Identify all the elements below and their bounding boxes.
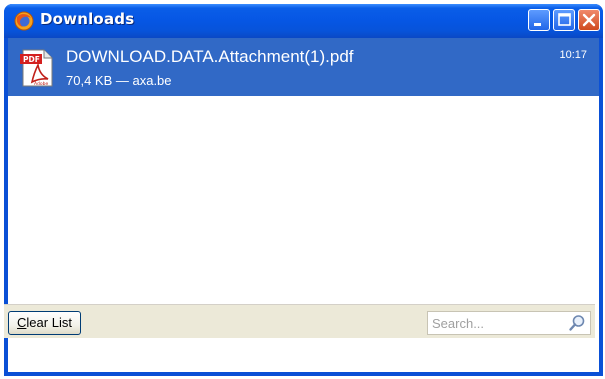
maximize-icon: [558, 13, 571, 26]
download-status: 70,4 KB — axa.be: [66, 73, 172, 88]
window-title: Downloads: [40, 10, 135, 28]
svg-text:Adobe: Adobe: [34, 81, 48, 87]
footer-toolbar: Clear List: [4, 304, 595, 338]
clear-list-accesskey: C: [17, 315, 27, 330]
svg-text:PDF: PDF: [23, 55, 40, 64]
clear-list-button[interactable]: Clear List: [8, 311, 81, 335]
close-button[interactable]: [578, 9, 600, 31]
maximize-button[interactable]: [553, 9, 575, 31]
minimize-icon: [534, 23, 541, 26]
firefox-icon: [14, 11, 34, 31]
title-bar[interactable]: Downloads: [4, 4, 603, 38]
download-file-name: DOWNLOAD.DATA.Attachment(1).pdf: [66, 47, 354, 66]
download-time: 10:17: [559, 49, 587, 61]
close-icon: [582, 13, 596, 27]
download-item[interactable]: PDF Adobe DOWNLOAD.DATA.Attachment(1).pd…: [8, 38, 599, 96]
pdf-icon: PDF Adobe: [20, 49, 53, 87]
search-field[interactable]: [427, 311, 591, 335]
downloads-window: Downloads PDF Adobe DOWNLOAD.DATA.Attach…: [4, 4, 603, 376]
search-input[interactable]: [432, 314, 558, 332]
magnifier-icon[interactable]: [568, 314, 586, 332]
clear-list-label: lear List: [26, 315, 72, 330]
minimize-button[interactable]: [528, 9, 550, 31]
